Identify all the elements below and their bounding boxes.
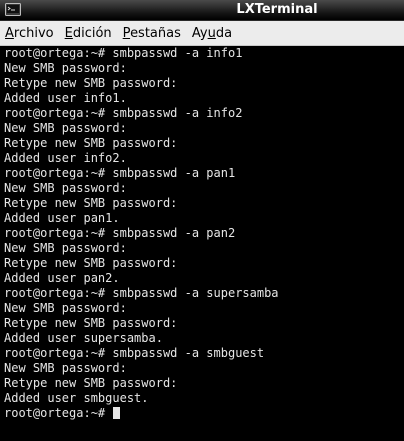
title-bar[interactable]: LXTerminal xyxy=(0,0,404,21)
menu-edicion[interactable]: Edición xyxy=(60,26,118,41)
menu-edicion-mnemonic: E xyxy=(64,25,73,41)
terminal-line: New SMB password: xyxy=(4,361,127,375)
terminal-line: root@ortega:~# smbpasswd -a supersamba xyxy=(4,286,279,300)
menu-archivo[interactable]: Archivo xyxy=(0,26,60,41)
menu-pestanas-mnemonic: P xyxy=(122,25,131,41)
menu-ayuda[interactable]: Ayuda xyxy=(187,26,238,41)
terminal-line: Added user smbguest. xyxy=(4,391,149,405)
terminal-prompt-line[interactable]: root@ortega:~# xyxy=(4,406,404,421)
menu-ayuda-label-rest: da xyxy=(215,25,233,41)
terminal-line: Added user pan1. xyxy=(4,211,120,225)
menu-pestanas[interactable]: Pestañas xyxy=(118,26,187,41)
terminal-line: Added user info2. xyxy=(4,151,127,165)
terminal-line: Retype new SMB password: xyxy=(4,196,178,210)
terminal-line: root@ortega:~# smbpasswd -a info2 xyxy=(4,106,243,120)
menu-edicion-label-rest: dición xyxy=(72,25,112,41)
terminal-line: root@ortega:~# smbpasswd -a info1 xyxy=(4,46,243,60)
terminal-line: New SMB password: xyxy=(4,241,127,255)
terminal-line: root@ortega:~# smbpasswd -a pan1 xyxy=(4,166,236,180)
terminal-line: Retype new SMB password: xyxy=(4,76,178,90)
menu-archivo-mnemonic: A xyxy=(5,25,14,41)
terminal-prompt: root@ortega:~# xyxy=(4,406,113,420)
terminal-line: Retype new SMB password: xyxy=(4,256,178,270)
menu-bar: Archivo Edición Pestañas Ayuda xyxy=(0,21,404,46)
terminal-line: root@ortega:~# smbpasswd -a smbguest xyxy=(4,346,265,360)
menu-archivo-label-rest: rchivo xyxy=(13,25,54,41)
terminal-line: Retype new SMB password: xyxy=(4,376,178,390)
window-title: LXTerminal xyxy=(236,2,318,17)
terminal-line: New SMB password: xyxy=(4,181,127,195)
terminal-line: Added user pan2. xyxy=(4,271,120,285)
terminal-line: Added user supersamba. xyxy=(4,331,163,345)
menu-pestanas-label-rest: estañas xyxy=(130,25,181,41)
terminal-line: Retype new SMB password: xyxy=(4,136,178,150)
terminal-output[interactable]: root@ortega:~# smbpasswd -a info1 New SM… xyxy=(0,46,404,441)
terminal-window: LXTerminal Archivo Edición Pestañas Ayud… xyxy=(0,0,404,441)
terminal-line: Retype new SMB password: xyxy=(4,316,178,330)
terminal-line: New SMB password: xyxy=(4,61,127,75)
menu-ayuda-label-pre: Ay xyxy=(191,25,208,41)
terminal-line: New SMB password: xyxy=(4,301,127,315)
terminal-line: root@ortega:~# smbpasswd -a pan2 xyxy=(4,226,236,240)
terminal-line: Added user info1. xyxy=(4,91,127,105)
text-cursor xyxy=(113,407,121,419)
menu-ayuda-mnemonic: u xyxy=(207,25,216,41)
terminal-line: New SMB password: xyxy=(4,121,127,135)
